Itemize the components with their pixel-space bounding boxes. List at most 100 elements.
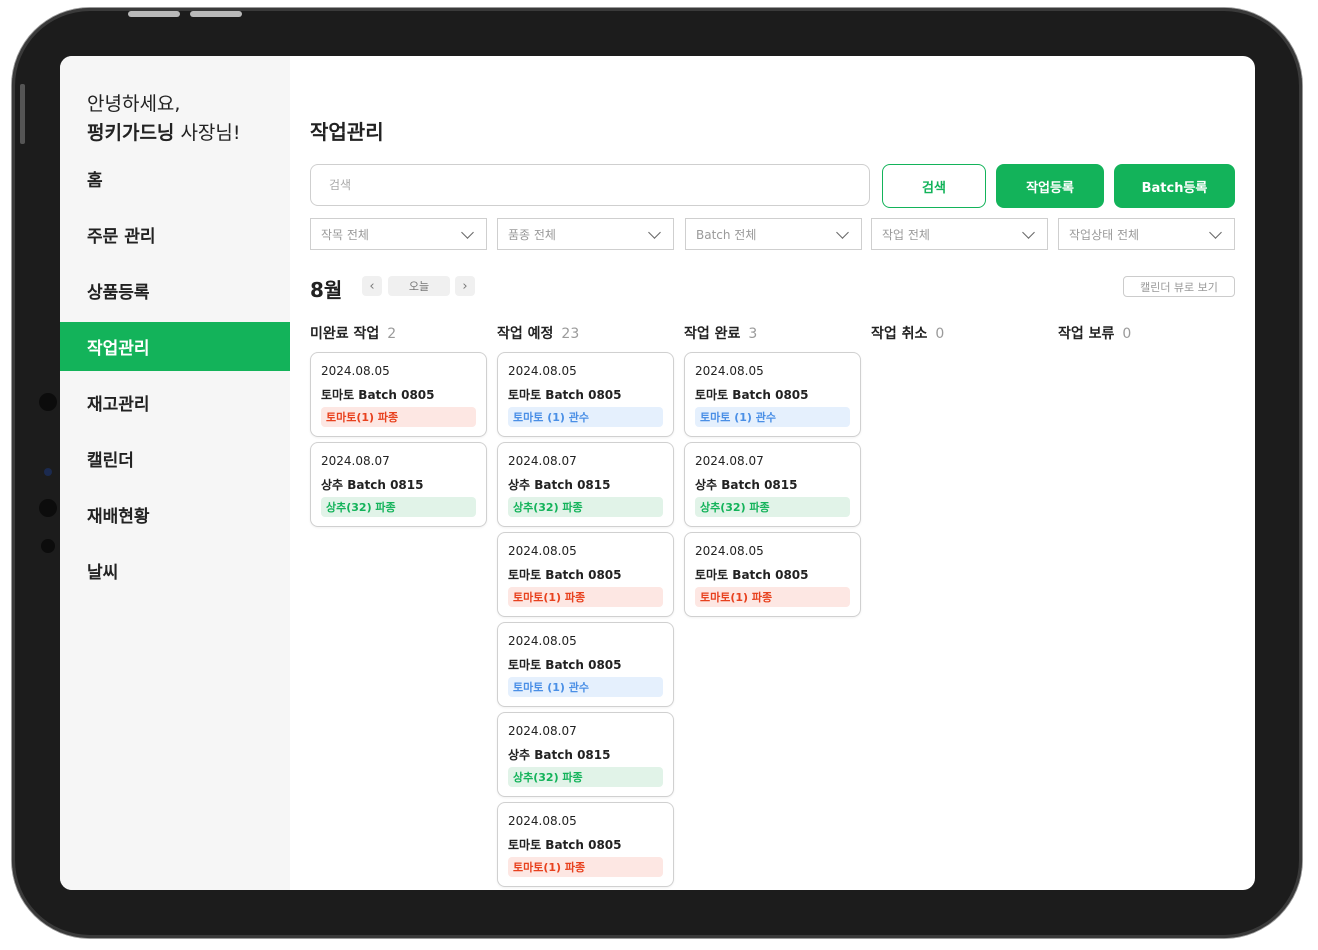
calendar-view-button[interactable]: 캘린더 뷰로 보기 bbox=[1123, 276, 1235, 297]
task-batch-name: 토마토 Batch 0805 bbox=[508, 838, 622, 852]
task-batch-name: 상추 Batch 0815 bbox=[508, 478, 611, 492]
sidebar-item-orders[interactable]: 주문 관리 bbox=[60, 210, 290, 259]
task-card[interactable]: 2024.08.05 토마토 Batch 0805 토마토 (1) 관수 bbox=[497, 622, 674, 707]
add-batch-button[interactable]: Batch등록 bbox=[1114, 164, 1235, 208]
sensor-dot bbox=[41, 539, 55, 553]
next-month-button[interactable]: › bbox=[455, 276, 475, 296]
main-content: 작업관리 검색 작업등록 Batch등록 작목 전체 품종 전체 Batch 전… bbox=[310, 56, 1255, 890]
greeting-suffix: 사장님! bbox=[174, 122, 241, 144]
task-date: 2024.08.05 bbox=[321, 364, 390, 378]
task-tag: 상추(32) 파종 bbox=[321, 497, 476, 517]
filter-variety[interactable]: 품종 전체 bbox=[497, 218, 674, 250]
sidebar-item-home[interactable]: 홈 bbox=[60, 154, 290, 203]
today-button[interactable]: 오늘 bbox=[388, 276, 450, 296]
task-date: 2024.08.05 bbox=[508, 814, 577, 828]
task-tag: 상추(32) 파종 bbox=[508, 767, 663, 787]
task-date: 2024.08.05 bbox=[508, 544, 577, 558]
sidebar: 안녕하세요, 펑키가드닝 사장님! 홈 주문 관리 상품등록 작업관리 재고관리… bbox=[60, 56, 290, 890]
add-task-button[interactable]: 작업등록 bbox=[996, 164, 1104, 208]
task-date: 2024.08.07 bbox=[321, 454, 390, 468]
greeting-line2: 펑키가드닝 사장님! bbox=[87, 119, 241, 148]
filter-status-label: 작업상태 전체 bbox=[1069, 227, 1140, 242]
task-batch-name: 토마토 Batch 0805 bbox=[508, 568, 622, 582]
chevron-right-icon: › bbox=[462, 278, 468, 294]
search-input[interactable] bbox=[310, 164, 870, 206]
column-header: 작업 예정 23 bbox=[497, 323, 579, 343]
column-count: 23 bbox=[561, 326, 580, 342]
task-card[interactable]: 2024.08.05 토마토 Batch 0805 토마토(1) 파종 bbox=[310, 352, 487, 437]
task-card[interactable]: 2024.08.05 토마토 Batch 0805 토마토(1) 파종 bbox=[497, 532, 674, 617]
task-date: 2024.08.05 bbox=[508, 634, 577, 648]
chevron-down-icon bbox=[648, 225, 661, 239]
task-batch-name: 상추 Batch 0815 bbox=[508, 748, 611, 762]
filter-batch-label: Batch 전체 bbox=[696, 227, 757, 242]
task-card[interactable]: 2024.08.05 토마토 Batch 0805 토마토(1) 파종 bbox=[497, 802, 674, 887]
greeting: 안녕하세요, 펑키가드닝 사장님! bbox=[87, 90, 241, 148]
column-title: 작업 완료 bbox=[684, 326, 741, 342]
chevron-down-icon bbox=[461, 225, 474, 239]
store-name: 펑키가드닝 bbox=[87, 122, 175, 144]
task-tag: 토마토(1) 파종 bbox=[695, 587, 850, 607]
month-label: 8월 bbox=[310, 278, 343, 302]
filter-variety-label: 품종 전체 bbox=[508, 227, 556, 242]
task-card[interactable]: 2024.08.05 토마토 Batch 0805 토마토(1) 파종 bbox=[684, 532, 861, 617]
column-header: 작업 보류 0 bbox=[1058, 323, 1131, 343]
top-button-left bbox=[128, 11, 180, 17]
greeting-line1: 안녕하세요, bbox=[87, 93, 181, 115]
page-title: 작업관리 bbox=[310, 120, 384, 144]
column-count: 0 bbox=[935, 326, 945, 342]
task-card[interactable]: 2024.08.07 상추 Batch 0815 상추(32) 파종 bbox=[497, 712, 674, 797]
column-title: 미완료 작업 bbox=[310, 326, 380, 342]
chevron-down-icon bbox=[1022, 225, 1035, 239]
column-count: 2 bbox=[387, 326, 397, 342]
task-card[interactable]: 2024.08.05 토마토 Batch 0805 토마토 (1) 관수 bbox=[684, 352, 861, 437]
filter-batch[interactable]: Batch 전체 bbox=[685, 218, 862, 250]
column-count: 0 bbox=[1122, 326, 1132, 342]
sidebar-item-products[interactable]: 상품등록 bbox=[60, 266, 290, 315]
filter-task[interactable]: 작업 전체 bbox=[871, 218, 1048, 250]
screen: 안녕하세요, 펑키가드닝 사장님! 홈 주문 관리 상품등록 작업관리 재고관리… bbox=[60, 56, 1255, 890]
task-card[interactable]: 2024.08.05 토마토 Batch 0805 토마토 (1) 관수 bbox=[497, 352, 674, 437]
task-card[interactable]: 2024.08.07 상추 Batch 0815 상추(32) 파종 bbox=[310, 442, 487, 527]
filter-task-label: 작업 전체 bbox=[882, 227, 930, 242]
filter-status[interactable]: 작업상태 전체 bbox=[1058, 218, 1235, 250]
sidebar-item-calendar[interactable]: 캘린더 bbox=[60, 434, 290, 483]
task-date: 2024.08.05 bbox=[695, 544, 764, 558]
task-tag: 토마토 (1) 관수 bbox=[695, 407, 850, 427]
task-tag: 토마토(1) 파종 bbox=[321, 407, 476, 427]
filter-crop[interactable]: 작목 전체 bbox=[310, 218, 487, 250]
task-tag: 상추(32) 파종 bbox=[695, 497, 850, 517]
task-date: 2024.08.07 bbox=[508, 724, 577, 738]
task-card[interactable]: 2024.08.07 상추 Batch 0815 상추(32) 파종 bbox=[497, 442, 674, 527]
column-count: 3 bbox=[748, 326, 758, 342]
task-batch-name: 상추 Batch 0815 bbox=[695, 478, 798, 492]
column-header: 미완료 작업 2 bbox=[310, 323, 396, 343]
chevron-down-icon bbox=[836, 225, 849, 239]
side-button bbox=[20, 84, 25, 144]
task-card[interactable]: 2024.08.07 상추 Batch 0815 상추(32) 파종 bbox=[684, 442, 861, 527]
sidebar-item-cultivation[interactable]: 재배현황 bbox=[60, 490, 290, 539]
filter-crop-label: 작목 전체 bbox=[321, 227, 369, 242]
sidebar-item-inventory[interactable]: 재고관리 bbox=[60, 378, 290, 427]
column-header: 작업 완료 3 bbox=[684, 323, 757, 343]
task-batch-name: 토마토 Batch 0805 bbox=[695, 388, 809, 402]
task-batch-name: 토마토 Batch 0805 bbox=[321, 388, 435, 402]
task-date: 2024.08.05 bbox=[508, 364, 577, 378]
chevron-down-icon bbox=[1209, 225, 1222, 239]
task-date: 2024.08.07 bbox=[508, 454, 577, 468]
chevron-left-icon: ‹ bbox=[369, 278, 375, 294]
task-batch-name: 토마토 Batch 0805 bbox=[508, 388, 622, 402]
task-date: 2024.08.07 bbox=[695, 454, 764, 468]
sidebar-item-tasks[interactable]: 작업관리 bbox=[60, 322, 290, 371]
prev-month-button[interactable]: ‹ bbox=[362, 276, 382, 296]
task-batch-name: 토마토 Batch 0805 bbox=[508, 658, 622, 672]
column-title: 작업 예정 bbox=[497, 326, 554, 342]
search-button[interactable]: 검색 bbox=[882, 164, 986, 208]
task-batch-name: 토마토 Batch 0805 bbox=[695, 568, 809, 582]
task-date: 2024.08.05 bbox=[695, 364, 764, 378]
task-tag: 상추(32) 파종 bbox=[508, 497, 663, 517]
camera-icon bbox=[44, 468, 52, 476]
sidebar-item-weather[interactable]: 날씨 bbox=[60, 546, 290, 595]
task-tag: 토마토(1) 파종 bbox=[508, 857, 663, 877]
column-title: 작업 보류 bbox=[1058, 326, 1115, 342]
